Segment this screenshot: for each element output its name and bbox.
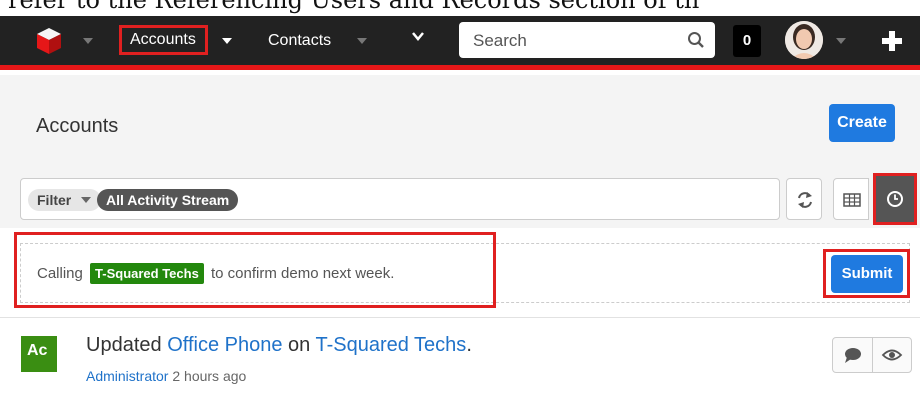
search-icon[interactable] <box>687 31 705 49</box>
navbar-accent-bar <box>0 65 920 70</box>
record-mention-tag[interactable]: T-Squared Techs <box>90 263 204 284</box>
comment-icon[interactable] <box>833 338 872 372</box>
clock-icon <box>887 191 903 207</box>
top-navbar: Accounts Contacts Search 0 <box>0 16 920 70</box>
user-photo-icon <box>785 21 823 59</box>
divider <box>0 317 920 318</box>
list-view-button[interactable] <box>833 178 869 220</box>
logo-caret-icon[interactable] <box>83 38 93 44</box>
submit-button[interactable]: Submit <box>831 255 903 293</box>
activity-user-link[interactable]: Administrator <box>86 368 168 384</box>
nav-tab-accounts-label: Accounts <box>130 31 196 48</box>
activity-verb: Updated <box>86 334 162 356</box>
post-input-text[interactable]: Calling T-Squared Techs to confirm demo … <box>37 263 394 284</box>
nav-tab-accounts[interactable]: Accounts <box>119 25 208 55</box>
refresh-button[interactable] <box>786 178 822 220</box>
page-title: Accounts <box>36 115 119 137</box>
create-button[interactable]: Create <box>829 104 895 142</box>
post-text-before: Calling <box>37 265 83 282</box>
activity-time: 2 hours ago <box>172 368 247 384</box>
user-menu-caret-icon[interactable] <box>836 38 846 44</box>
filter-input[interactable]: Filter All Activity Stream <box>20 178 780 220</box>
document-text-line: refer to the Referencing Users and Recor… <box>8 0 700 14</box>
activity-preposition: on <box>288 334 311 356</box>
activity-period: . <box>466 334 472 356</box>
filter-dropdown[interactable]: Filter <box>28 189 102 211</box>
list-header <box>0 75 920 170</box>
activity-stream-view-button[interactable] <box>873 173 917 225</box>
chevron-down-icon[interactable] <box>412 30 424 42</box>
activity-actions <box>832 337 912 373</box>
activity-meta: Administrator 2 hours ago <box>86 368 246 384</box>
table-icon <box>843 193 861 207</box>
user-avatar[interactable] <box>785 21 823 59</box>
activity-record-link[interactable]: T-Squared Techs <box>315 334 466 356</box>
post-text-after: to confirm demo next week. <box>211 265 395 282</box>
search-placeholder: Search <box>473 31 527 50</box>
eye-icon[interactable] <box>873 338 911 372</box>
nav-tab-contacts[interactable]: Contacts <box>268 32 331 50</box>
accounts-menu-caret-icon[interactable] <box>222 38 232 44</box>
activity-field-link[interactable]: Office Phone <box>167 334 282 356</box>
refresh-icon <box>798 192 812 208</box>
active-filter-pill[interactable]: All Activity Stream <box>97 189 239 211</box>
module-badge: Ac <box>21 336 57 372</box>
notifications-count-button[interactable]: 0 <box>733 25 761 57</box>
quick-create-plus-icon[interactable] <box>880 29 904 53</box>
sugar-cube-logo-icon[interactable] <box>36 27 62 55</box>
activity-summary: Updated Office Phone on T-Squared Techs. <box>86 334 472 357</box>
nav-tab-contacts-label: Contacts <box>268 32 332 49</box>
filter-caret-icon <box>81 197 92 203</box>
filter-label: Filter <box>37 192 72 208</box>
global-search-input[interactable]: Search <box>459 22 715 58</box>
contacts-menu-caret-icon[interactable] <box>357 38 367 44</box>
